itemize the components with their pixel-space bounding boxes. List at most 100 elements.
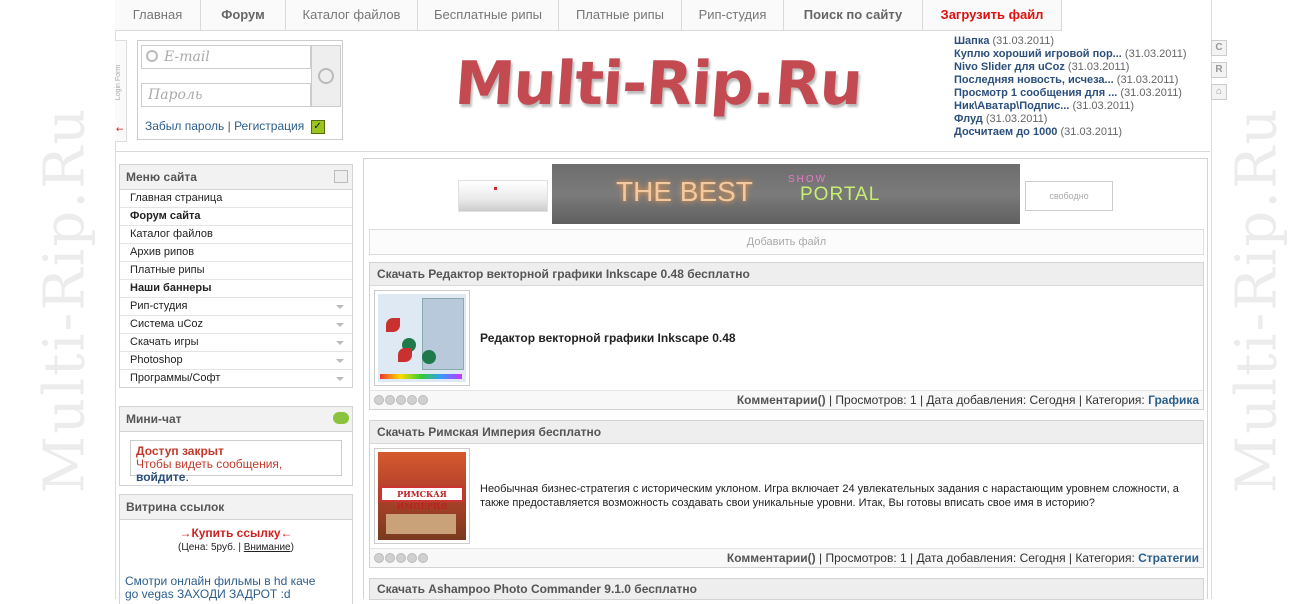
comments-link[interactable]: Комментарии() <box>737 393 826 407</box>
star-icon[interactable] <box>385 395 395 405</box>
header-divider <box>115 151 1210 152</box>
user-icon <box>146 50 158 62</box>
mini-chat-block: Мини-чат Доступ закрыт Чтобы видеть сооб… <box>119 406 353 486</box>
inkscape-screenshot <box>378 294 466 382</box>
rating-stars[interactable] <box>374 553 428 563</box>
list-item[interactable]: Куплю хороший игровой пор... (31.03.2011… <box>954 48 1187 61</box>
site-menu-block: Меню сайта Главная страница Форум сайта … <box>119 164 353 388</box>
comments-link[interactable]: Комментарии() <box>727 551 816 565</box>
entry-stats: | Просмотров: 1 | Дата добавления: Сегод… <box>828 393 1145 407</box>
chevron-down-icon <box>336 305 344 309</box>
star-icon[interactable] <box>407 395 417 405</box>
chevron-down-icon <box>336 359 344 363</box>
nav-upload-file[interactable]: Загрузить файл <box>923 0 1062 30</box>
star-icon[interactable] <box>396 553 406 563</box>
sidebar-item-paid[interactable]: Платные рипы <box>120 262 352 280</box>
cover-title: РИМСКАЯ ИМПЕРИЯ <box>380 486 464 511</box>
email-field[interactable]: E-mail <box>141 45 311 69</box>
entry-thumbnail[interactable]: РИМСКАЯ ИМПЕРИЯ <box>374 448 470 544</box>
rating-stars[interactable] <box>374 395 428 405</box>
star-icon[interactable] <box>374 553 384 563</box>
register-link[interactable]: Регистрация <box>234 119 304 133</box>
login-box: E-mail Пароль Забыл пароль | Регистрация… <box>137 40 343 140</box>
chevron-down-icon <box>336 323 344 327</box>
arrow-left-icon: ← <box>116 125 124 135</box>
forgot-password-link[interactable]: Забыл пароль <box>145 119 224 133</box>
entry-stats: | Просмотров: 1 | Дата добавления: Сегод… <box>819 551 1135 565</box>
sidebar-item-ucoz[interactable]: Система uCoz <box>120 316 352 334</box>
entry-title-link[interactable]: Скачать Ashampoo Photo Commander 9.1.0 б… <box>369 578 1204 600</box>
sidebar-item-archive[interactable]: Архив рипов <box>120 244 352 262</box>
sidebar-item-games[interactable]: Скачать игры <box>120 334 352 352</box>
list-item[interactable]: Nivo Slider для uCoz (31.03.2011) <box>954 61 1187 74</box>
home-icon[interactable]: ⌂ <box>1211 84 1227 100</box>
category-link[interactable]: Стратегии <box>1138 551 1199 565</box>
list-item[interactable]: Последняя новость, исчеза... (31.03.2011… <box>954 74 1187 87</box>
star-icon[interactable] <box>418 395 428 405</box>
banner-main[interactable]: SHOW THE BEST PORTAL <box>552 164 1020 224</box>
sidebar-item-rip-studio[interactable]: Рип-студия <box>120 298 352 316</box>
star-icon[interactable] <box>418 553 428 563</box>
entry-title-link[interactable]: Скачать Римская Империя бесплатно <box>370 421 1203 444</box>
block-title: Мини-чат <box>120 407 352 432</box>
nav-site-search[interactable]: Поиск по сайту <box>784 0 923 30</box>
sidebar-item-banners[interactable]: Наши баннеры <box>120 280 352 298</box>
add-file-button[interactable]: Добавить файл <box>369 229 1204 255</box>
entry-meta: Комментарии() | Просмотров: 1 | Дата доб… <box>727 551 1199 565</box>
nav-file-catalog[interactable]: Каталог файлов <box>286 0 418 30</box>
password-field[interactable]: Пароль <box>141 83 311 107</box>
category-link[interactable]: Графика <box>1148 393 1199 407</box>
nav-rip-studio[interactable]: Рип-студия <box>682 0 784 30</box>
price-text: (Цена: 5руб. | Внимание) <box>178 542 294 553</box>
nav-forum[interactable]: Форум <box>201 0 286 30</box>
block-title: Меню сайта <box>120 165 352 190</box>
sidebar-item-home[interactable]: Главная страница <box>120 190 352 208</box>
nav-free-rips[interactable]: Бесплатные рипы <box>418 0 559 30</box>
email-placeholder: E-mail <box>164 49 210 65</box>
list-item[interactable]: Досчитаем до 1000 (31.03.2011) <box>954 126 1187 139</box>
nav-paid-rips[interactable]: Платные рипы <box>559 0 682 30</box>
ad-link-vegas[interactable]: go vegas ЗАХОДИ ЗАДРОТ :d <box>125 588 348 601</box>
copyright-icon[interactable]: C <box>1211 40 1227 56</box>
checkmark-icon: ✓ <box>310 119 325 134</box>
sidebar-item-catalog[interactable]: Каталог файлов <box>120 226 352 244</box>
entry-title-link[interactable]: Скачать Редактор векторной графики Inksc… <box>370 263 1203 286</box>
nav-home[interactable]: Главная <box>115 0 201 30</box>
star-icon[interactable] <box>374 395 384 405</box>
latest-forum-posts: Шапка (31.03.2011) Куплю хороший игровой… <box>954 35 1187 139</box>
password-placeholder: Пароль <box>148 87 203 103</box>
list-item[interactable]: Просмотр 1 сообщения для ... (31.03.2011… <box>954 87 1187 100</box>
login-form-tab[interactable]: Login Form ← <box>115 40 127 142</box>
sidebar-item-software[interactable]: Программы/Софт <box>120 370 352 387</box>
star-icon[interactable] <box>385 553 395 563</box>
list-item[interactable]: Флуд (31.03.2011) <box>954 113 1187 126</box>
chat-login-link[interactable]: войдите <box>136 470 185 484</box>
entry-footer: Комментарии() | Просмотров: 1 | Дата доб… <box>370 548 1203 567</box>
star-icon[interactable] <box>407 553 417 563</box>
banner-text-best: THE BEST <box>616 176 753 207</box>
banner-small[interactable] <box>458 180 548 212</box>
banner-text-portal: PORTAL <box>800 184 881 205</box>
roman-empire-cover: РИМСКАЯ ИМПЕРИЯ <box>378 452 466 540</box>
login-button[interactable] <box>311 45 341 107</box>
login-tab-label: Login Form <box>115 64 123 101</box>
list-item[interactable]: Ник\Аватар\Подпис... (31.03.2011) <box>954 100 1187 113</box>
site-logo[interactable]: Multi-Rip.Ru <box>452 44 864 124</box>
list-item[interactable]: Шапка (31.03.2011) <box>954 35 1187 48</box>
side-icons: C R ⌂ <box>1211 40 1227 106</box>
entry-thumbnail[interactable] <box>374 290 470 386</box>
login-links: Забыл пароль | Регистрация ✓ <box>145 119 325 134</box>
chat-box: Доступ закрыт Чтобы видеть сообщения, во… <box>130 440 342 484</box>
entry-footer: Комментарии() | Просмотров: 1 | Дата доб… <box>370 390 1203 409</box>
sidebar-item-photoshop[interactable]: Photoshop <box>120 352 352 370</box>
attention-link[interactable]: Внимание <box>244 542 291 553</box>
entry-body: РИМСКАЯ ИМПЕРИЯ Необычная бизнес-стратег… <box>370 444 1203 548</box>
buy-link[interactable]: →Купить ссылку← <box>120 526 352 540</box>
menu-icon <box>334 170 348 183</box>
star-icon[interactable] <box>396 395 406 405</box>
sidebar-item-forum[interactable]: Форум сайта <box>120 208 352 226</box>
file-entry: Скачать Римская Империя бесплатно РИМСКА… <box>369 420 1204 568</box>
entry-body: Редактор векторной графики Inkscape 0.48 <box>370 286 1203 390</box>
rss-icon[interactable]: R <box>1211 62 1227 78</box>
banner-free-slot[interactable]: свободно <box>1025 181 1113 211</box>
